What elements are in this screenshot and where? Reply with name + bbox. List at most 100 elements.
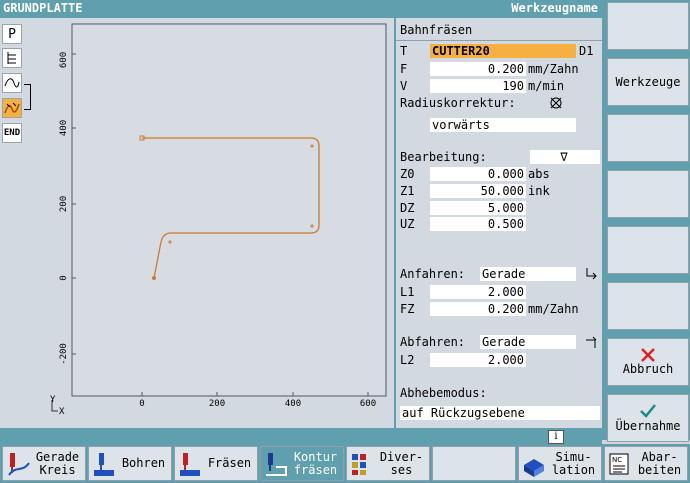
diverses-button[interactable]: Diver-ses <box>346 446 430 481</box>
radius-field[interactable]: vorwärts <box>430 118 576 132</box>
bohren-button[interactable]: Bohren <box>88 446 172 481</box>
diverses-label: Diver- <box>379 449 424 464</box>
v-label: V <box>400 79 408 93</box>
feed-field[interactable]: 0.200 <box>430 62 526 76</box>
drill-icon <box>92 451 116 477</box>
l1-label: L1 <box>400 285 415 299</box>
contour-graphic: 600 400 200 0 -200 0 200 400 600 Y X <box>50 23 387 417</box>
t-label: T <box>400 44 408 58</box>
z0-field[interactable]: 0.000 <box>430 167 526 181</box>
speed-field[interactable]: 190 <box>430 79 526 93</box>
z0-unit[interactable]: abs <box>528 167 550 181</box>
bearbeitung-label: Bearbeitung: <box>400 150 487 164</box>
abarbeiten-button[interactable]: NC Abar-beiten <box>604 446 688 481</box>
dz-field[interactable]: 5.000 <box>430 201 526 215</box>
y-tick-neg200: -200 <box>59 343 69 365</box>
fz-label: FZ <box>400 302 415 316</box>
end-button[interactable]: END <box>2 123 22 143</box>
program-name: GRUNDPLATTE <box>3 1 83 15</box>
z1-label: Z1 <box>400 184 415 198</box>
field-hint: Werkzeugname <box>511 1 598 15</box>
fraesen-label-2: fräsen <box>293 462 338 477</box>
left-toolbar: P END <box>0 18 38 428</box>
ses-label: ses <box>390 462 413 477</box>
z0-label: Z0 <box>400 167 415 181</box>
program-header-button[interactable]: P <box>2 24 22 44</box>
info-bar <box>0 428 602 444</box>
parameter-panel: Bahnfräsen T CUTTER20 D1 F 0.200 mm/Zahn… <box>394 18 602 428</box>
uz-label: UZ <box>400 217 415 231</box>
horizontal-softkey-bar: Gerade Kreis Bohren Fräsen Kontur fräsen D… <box>0 444 690 483</box>
cancel-x-icon <box>641 348 655 362</box>
approach-select[interactable]: Gerade <box>480 267 576 281</box>
kreis-label: Kreis <box>39 462 76 477</box>
vsk-5[interactable] <box>607 226 689 274</box>
abbruch-button[interactable]: Abbruch <box>607 338 689 386</box>
uebernahme-button[interactable]: Übernahme <box>607 394 689 442</box>
fz-field[interactable]: 0.200 <box>430 302 526 316</box>
plot-area <box>71 23 387 397</box>
beiten-label: beiten <box>637 462 682 477</box>
z1-field[interactable]: 50.000 <box>430 184 526 198</box>
simu-label: Simu- <box>555 449 592 464</box>
abar-label: Abar- <box>641 449 678 464</box>
radius-correction-icon[interactable] <box>548 96 564 110</box>
d-number: D1 <box>579 44 594 58</box>
machining-select[interactable]: ∇ <box>530 150 600 164</box>
feed-unit[interactable]: mm/Zahn <box>528 62 579 76</box>
speed-unit[interactable]: m/min <box>528 79 564 93</box>
x-tick-400: 400 <box>285 399 301 409</box>
vsk-4[interactable] <box>607 170 689 218</box>
fraesen-label: Fräsen <box>207 456 252 470</box>
tool-field[interactable]: CUTTER20 <box>430 44 576 58</box>
y-axis-label: Y <box>50 395 56 405</box>
l1-field[interactable]: 2.000 <box>430 285 526 299</box>
vsk-6[interactable] <box>607 282 689 330</box>
kontur-label: Kontur <box>293 449 338 464</box>
x-axis-label: X <box>59 407 65 417</box>
contour-wave-icon[interactable] <box>2 73 22 93</box>
end-label: END <box>3 128 21 138</box>
z1-unit[interactable]: ink <box>528 184 550 198</box>
retract-icon <box>584 335 598 349</box>
empty-softkey[interactable] <box>432 446 516 481</box>
vsk-1[interactable] <box>607 2 689 50</box>
simulation-button[interactable]: Simu-lation <box>518 446 602 481</box>
checkmark-icon <box>640 404 656 418</box>
radius-label: Radiuskorrektur: <box>400 96 516 110</box>
fz-unit[interactable]: mm/Zahn <box>528 302 579 316</box>
lation-label: lation <box>551 462 596 477</box>
info-icon[interactable]: i <box>548 430 564 444</box>
contour-mill-icon <box>264 451 288 477</box>
mill-icon <box>178 451 202 477</box>
y-tick-600: 600 <box>59 52 69 68</box>
gerade-kreis-button[interactable]: Gerade Kreis <box>2 446 86 481</box>
panel-header: Bahnfräsen <box>400 23 473 37</box>
dz-label: DZ <box>400 201 415 215</box>
retract-select[interactable]: Gerade <box>480 335 576 349</box>
werkzeuge-label: Werkzeuge <box>615 75 681 89</box>
x-tick-0: 0 <box>139 399 144 409</box>
contour-end-point <box>152 276 156 280</box>
x-tick-200: 200 <box>209 399 225 409</box>
abbruch-label: Abbruch <box>622 362 674 376</box>
tree-icon[interactable] <box>2 48 22 68</box>
l2-field[interactable]: 2.000 <box>430 353 526 367</box>
simulation-icon <box>522 451 546 477</box>
fraesen-button[interactable]: Fräsen <box>174 446 258 481</box>
p-label: P <box>8 26 16 42</box>
contour-milling-icon[interactable] <box>2 98 22 118</box>
x-tick-600: 600 <box>360 399 376 409</box>
werkzeuge-button[interactable]: Werkzeuge <box>607 58 689 106</box>
f-label: F <box>400 62 408 76</box>
svg-text:NC: NC <box>612 456 622 464</box>
lift-mode-select[interactable]: auf Rückzugsebene <box>400 406 600 420</box>
abhebe-label: Abhebemodus: <box>400 386 487 400</box>
l2-label: L2 <box>400 353 415 367</box>
kontur-fraesen-button[interactable]: Kontur fräsen <box>260 446 344 481</box>
gerade-label: Gerade <box>35 449 80 464</box>
y-tick-200: 200 <box>59 196 69 212</box>
vsk-3[interactable] <box>607 114 689 162</box>
title-bar: GRUNDPLATTE Werkzeugname <box>0 0 602 18</box>
uz-field[interactable]: 0.500 <box>430 217 526 231</box>
